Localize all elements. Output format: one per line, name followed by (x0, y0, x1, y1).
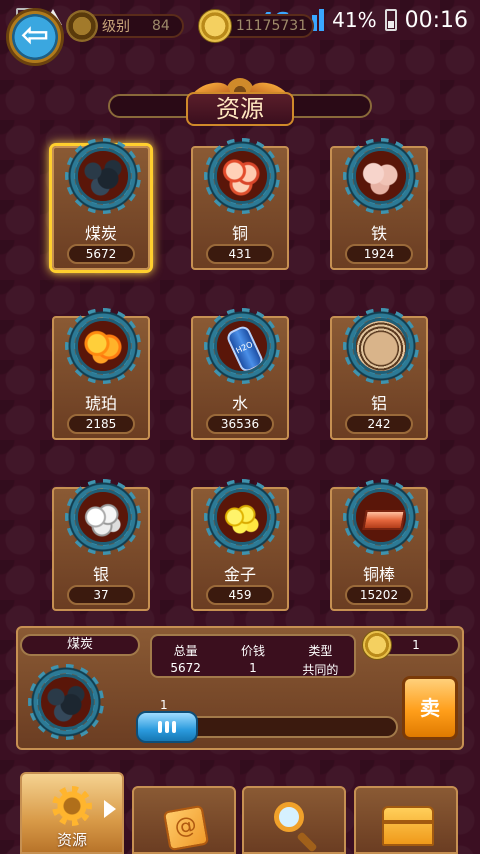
resource-card[interactable]: 铝 242 (330, 308, 428, 440)
resource-card[interactable]: 铜 431 (191, 138, 289, 270)
coins-pill: 11175731 (197, 9, 314, 43)
resource-name: 煤炭 (84, 224, 117, 243)
resource-count: 1924 (345, 244, 413, 264)
resource-card[interactable]: 煤炭 5672 (52, 138, 150, 270)
tab-chest[interactable] (354, 786, 458, 854)
resource-count: 459 (206, 585, 274, 605)
resource-name: 铜 (231, 224, 248, 243)
tab-search[interactable] (242, 786, 346, 854)
silver-icon (78, 492, 128, 542)
copperbar-icon (356, 492, 406, 542)
resource-name: 水 (231, 394, 248, 413)
gold-icon (217, 492, 267, 542)
tab-dice[interactable] (132, 786, 236, 854)
type-value: 共同的 (302, 663, 339, 677)
player-info-bar: 级别 84 11175731 (66, 9, 314, 43)
page-title: 资源 (186, 92, 294, 126)
magnifier-icon (274, 802, 304, 832)
treasure-chest-icon (382, 806, 434, 846)
tab-resources-label: 资源 (56, 831, 87, 849)
resource-name: 银 (92, 565, 109, 584)
coal-icon (78, 151, 128, 201)
amber-icon (78, 321, 128, 371)
quantity-slider-handle[interactable] (136, 711, 198, 743)
back-button[interactable]: ⇦ (6, 8, 64, 66)
ingot-icon (362, 510, 406, 530)
resource-name: 铝 (370, 394, 387, 413)
resource-count: 37 (67, 585, 135, 605)
type-label: 类型 (308, 644, 333, 658)
level-gear-icon (66, 10, 98, 42)
resource-gear-frame: H2O (204, 308, 280, 384)
selected-resource-name: 煤炭 (20, 634, 140, 656)
price-value: 1 (249, 661, 257, 675)
coin-icon (362, 630, 392, 660)
resource-name: 琥珀 (84, 394, 117, 413)
total-value: 5672 (170, 661, 201, 675)
total-label: 总量 (173, 644, 198, 658)
resource-count: 2185 (67, 414, 135, 434)
resource-gear-frame (204, 138, 280, 214)
resource-gear-frame (65, 138, 141, 214)
resource-gear-frame (65, 308, 141, 384)
coal-icon (41, 677, 91, 727)
resource-card[interactable]: 金子 459 (191, 479, 289, 611)
level-pill: 级别 84 (66, 10, 184, 42)
resource-name: 铁 (370, 224, 387, 243)
resource-name: 金子 (223, 565, 256, 584)
resource-card[interactable]: 铜棒 15202 (330, 479, 428, 611)
coin-icon (197, 9, 232, 43)
resource-card[interactable]: 银 37 (52, 479, 150, 611)
level-label: 级别 (102, 19, 130, 35)
arrow-right-icon (104, 800, 116, 818)
tab-resources[interactable]: 资源 (20, 772, 124, 854)
clock: 00:16 (404, 7, 468, 33)
battery-icon (384, 9, 397, 31)
aluminum-icon (356, 321, 406, 371)
resource-stats: 总量 价钱 类型 5672 1 共同的 (150, 634, 356, 678)
resource-gear-frame (343, 479, 419, 555)
resource-gear-frame (65, 479, 141, 555)
resource-card[interactable]: H2O 水 36536 (191, 308, 289, 440)
resource-gear-frame (343, 308, 419, 384)
quantity-value: 1 (160, 698, 168, 712)
back-arrow-icon: ⇦ (20, 15, 50, 55)
battery-percent: 41% (332, 8, 377, 32)
resource-count: 242 (345, 414, 413, 434)
iron-icon (356, 151, 406, 201)
resource-count: 5672 (67, 244, 135, 264)
gear-icon (52, 786, 92, 826)
copper-icon (217, 151, 267, 201)
water-can-icon: H2O (224, 323, 266, 371)
resource-name: 铜棒 (362, 565, 395, 584)
resource-count: 15202 (345, 585, 413, 605)
level-value: 84 (152, 18, 170, 34)
sell-button[interactable]: 卖 (402, 676, 458, 740)
resource-card[interactable]: 琥珀 2185 (52, 308, 150, 440)
price-label: 价钱 (240, 644, 265, 658)
resource-card[interactable]: 铁 1924 (330, 138, 428, 270)
resource-count: 36536 (206, 414, 274, 434)
coins-value: 11175731 (235, 18, 308, 34)
resource-gear-frame (343, 138, 419, 214)
water-can-label: H2O (234, 339, 255, 356)
water-icon: H2O (217, 321, 267, 371)
selected-resource-icon (28, 664, 104, 740)
resource-count: 431 (206, 244, 274, 264)
dice-icon (162, 804, 210, 852)
resource-gear-frame (204, 479, 280, 555)
